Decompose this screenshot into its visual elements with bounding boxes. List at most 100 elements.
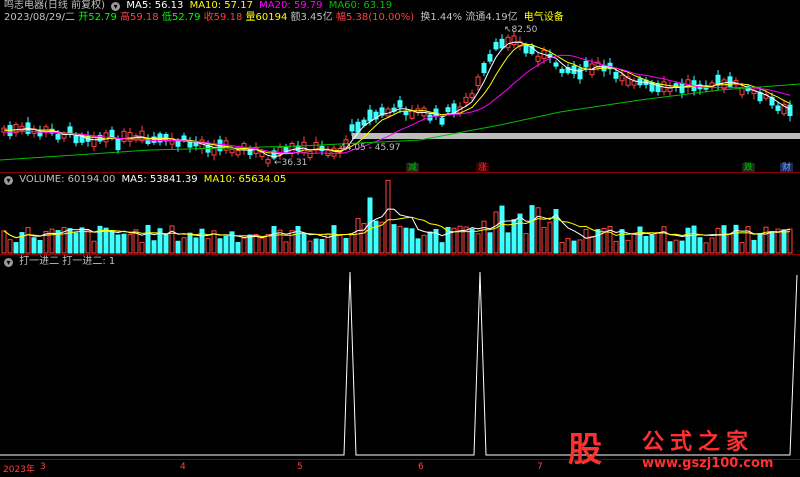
volume-bar [667, 241, 673, 254]
volume-bar [241, 237, 247, 254]
volume-bar [613, 240, 619, 254]
volume-bar [127, 234, 133, 254]
volume-bar [715, 227, 721, 254]
quote-turnover: 换1.44% [420, 12, 463, 23]
volume-bar [559, 241, 565, 254]
event-tag-reduce[interactable]: 减 [406, 163, 420, 172]
ma20-label: MA20: 59.79 [259, 0, 323, 11]
volume-bar [331, 225, 337, 254]
high-price-value: 82.50 [511, 25, 538, 35]
candle [523, 44, 529, 54]
volume-bar [409, 228, 415, 254]
candle [211, 143, 217, 156]
volume-bar [703, 242, 709, 254]
volume-chart-panel[interactable]: ▾ VOLUME: 60194.00 MA5: 53841.39 MA10: 6… [0, 173, 800, 254]
candle [235, 150, 241, 156]
volume-bar [163, 234, 169, 254]
candle [445, 107, 451, 113]
price-header-line2: 2023/08/29/二 开52.79 高59.18 低52.79 收59.18… [4, 12, 567, 24]
quote-sector: 电气设备 [523, 12, 564, 23]
volume-bar [739, 242, 745, 254]
candle [403, 111, 409, 116]
quote-volume: 量60194 [245, 12, 288, 23]
volume-bar [733, 224, 739, 254]
volume-bar [643, 235, 649, 254]
quote-low: 低52.79 [161, 12, 201, 23]
volume-bar [337, 234, 343, 254]
volume-bar [787, 228, 793, 254]
candle [121, 130, 127, 142]
volume-bar [655, 232, 661, 254]
candle [475, 76, 481, 87]
volume-bar [577, 239, 583, 254]
volume-bar [277, 229, 283, 254]
low-price-value: 36.31 [281, 158, 308, 168]
candle [439, 117, 445, 125]
axis-tick: 6 [418, 462, 424, 472]
price-chart-panel[interactable]: 鸣志电器(日线 前复权) ▾ MA5: 56.13 MA10: 57.17 MA… [0, 0, 800, 172]
range-annotation: 44.05 - 45.97 [340, 143, 401, 153]
volume-bar [1, 230, 7, 254]
volume-bar [307, 240, 313, 254]
volume-bar [535, 207, 541, 254]
volume-bar [691, 225, 697, 254]
ma5-label: MA5: 56.13 [126, 0, 184, 11]
ma60-label: MA60: 63.19 [328, 0, 393, 11]
volume-bar [349, 233, 355, 254]
volume-ma10: MA10: 65634.05 [203, 174, 287, 185]
volume-bar [385, 179, 391, 254]
indicator-settings-icon[interactable]: ▾ [4, 258, 13, 267]
volume-bar [85, 229, 91, 254]
volume-bar [217, 238, 223, 254]
site-watermark: 股 公式之家 www.gszj100.com [556, 420, 800, 476]
quote-change: 幅5.38(10.00%) [335, 12, 415, 23]
volume-bar [709, 237, 715, 254]
candle [55, 133, 61, 140]
volume-bar [661, 226, 667, 254]
volume-bar [487, 232, 493, 254]
volume-bar [13, 242, 19, 254]
candle [505, 36, 511, 49]
volume-bar [265, 233, 271, 254]
event-tag-finance[interactable]: 财 [780, 163, 794, 172]
volume-bar [439, 242, 445, 254]
volume-bar [517, 213, 523, 254]
volume-bar [697, 237, 703, 254]
volume-bar [397, 225, 403, 254]
volume-bar [151, 240, 157, 254]
volume-bar [157, 228, 163, 254]
volume-bar [283, 241, 289, 254]
event-tag-limit-down[interactable]: 跌 [742, 163, 756, 172]
ma10-label: MA10: 57.17 [189, 0, 253, 11]
volume-bar [7, 239, 13, 254]
price-header-line1: 鸣志电器(日线 前复权) ▾ MA5: 56.13 MA10: 57.17 MA… [4, 0, 395, 12]
volume-bar [415, 238, 421, 254]
volume-bar [235, 242, 241, 254]
candle [127, 132, 133, 142]
volume-bar [541, 226, 547, 254]
volume-bar [751, 239, 757, 254]
indicator-label: 打一进二 打一进二: 1 [19, 256, 116, 267]
indicator-header: ▾ 打一进二 打一进二: 1 [4, 256, 118, 268]
candle [469, 93, 475, 99]
watermark-logo-icon: 股 [568, 430, 602, 470]
candle [349, 124, 355, 132]
low-price-annotation: ←36.31 [274, 158, 308, 168]
candle [91, 136, 97, 148]
event-tag-limit-up[interactable]: 涨 [476, 163, 490, 172]
volume-bar [727, 233, 733, 254]
volume-bar [493, 211, 499, 254]
volume-bar [721, 225, 727, 254]
volume-bar [31, 237, 37, 254]
candle [307, 150, 313, 159]
settings-toggle-icon[interactable]: ▾ [111, 2, 121, 11]
candle [481, 63, 487, 74]
volume-settings-icon[interactable]: ▾ [4, 176, 13, 185]
high-price-annotation: ↖82.50 [504, 25, 538, 35]
candle [499, 38, 505, 49]
candle [775, 105, 781, 111]
volume-bar [595, 229, 601, 254]
candle [757, 91, 763, 102]
volume-ma5: MA5: 53841.39 [121, 174, 198, 185]
volume-bar [175, 240, 181, 254]
